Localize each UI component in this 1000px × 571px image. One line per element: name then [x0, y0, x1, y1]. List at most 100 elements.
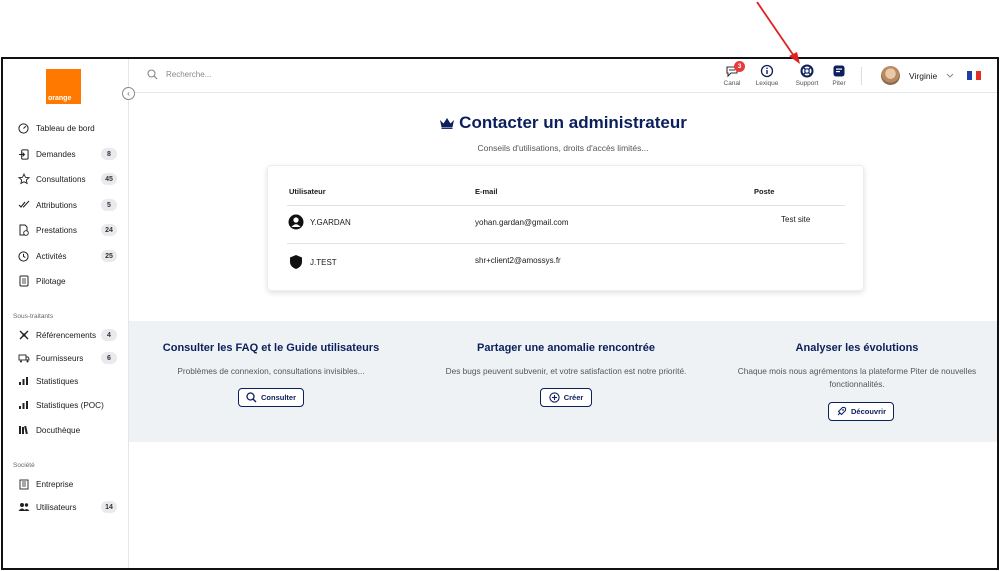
orange-logo[interactable]: orange — [46, 69, 81, 104]
search-field[interactable]: Recherche... — [147, 69, 211, 80]
sidebar-item-consultations[interactable]: Consultations 45 — [17, 170, 117, 188]
user-menu[interactable]: Virginie — [881, 66, 954, 85]
topbar: Recherche... 3 Canal Lexique Support Pit… — [129, 59, 997, 93]
creer-button[interactable]: Créer — [540, 388, 592, 407]
column-header-email: E-mail — [475, 187, 498, 196]
count-badge: 8 — [101, 148, 117, 160]
count-badge: 6 — [101, 352, 117, 364]
bug-card: Partager une anomalie rencontrée Des bug… — [421, 321, 711, 378]
sidebar-item-prestations[interactable]: Prestations 24 — [17, 221, 117, 239]
email-cell[interactable]: shr+client2@amossys.fr — [475, 256, 561, 265]
sidebar-item-label: Entreprise — [36, 479, 74, 489]
topbar-piter-label: Piter — [832, 80, 846, 87]
user-name-cell: J.TEST — [310, 257, 337, 267]
chevron-down-icon — [946, 71, 954, 81]
role-cell: Test site — [781, 215, 811, 224]
evolutions-card: Analyser les évolutions Chaque mois nous… — [715, 321, 997, 391]
topbar-piter[interactable]: Piter — [821, 64, 857, 87]
sidebar-item-activites[interactable]: Activités 25 — [17, 247, 117, 265]
consulter-label: Consulter — [260, 393, 296, 402]
faq-text: Problèmes de connexion, consultations in… — [177, 366, 365, 376]
sidebar-item-label: Consultations — [36, 174, 86, 184]
app-window: orange Tableau de bord Demandes 8 Consul… — [1, 57, 999, 570]
evolutions-text: Chaque mois nous agrémentons la platefor… — [737, 366, 977, 389]
lifebuoy-icon — [800, 64, 814, 78]
admin-table-card: Utilisateur E-mail Poste Y.GARDAN yohan.… — [267, 165, 864, 291]
table-row-user: J.TEST — [288, 254, 337, 270]
sidebar-item-label: Attributions — [36, 200, 77, 210]
column-header-role: Poste — [754, 187, 775, 196]
sidebar-item-demandes[interactable]: Demandes 8 — [17, 145, 117, 163]
search-icon — [147, 69, 158, 80]
sidebar-item-statistiques[interactable]: Statistiques — [17, 372, 117, 390]
sidebar-item-fournisseurs[interactable]: Fournisseurs 6 — [17, 349, 117, 367]
sidebar-item-statistiques-poc[interactable]: Statistiques (POC) — [17, 396, 117, 414]
collapse-sidebar-button[interactable]: ‹ — [122, 87, 135, 100]
decouvrir-label: Découvrir — [850, 407, 886, 416]
shield-icon — [288, 254, 304, 270]
users-icon — [17, 501, 30, 514]
sidebar-item-label: Prestations — [36, 225, 77, 235]
section-title-sous-traitants: Sous-traitants — [13, 313, 54, 320]
chart-icon — [17, 375, 30, 388]
sidebar-item-label: Statistiques — [36, 376, 79, 386]
info-icon — [760, 64, 774, 78]
search-icon — [246, 392, 257, 403]
sidebar-item-pilotage[interactable]: Pilotage — [17, 272, 117, 290]
piter-icon — [832, 64, 846, 78]
document-clock-icon — [17, 224, 30, 237]
sidebar-item-label: Pilotage — [36, 276, 66, 286]
topbar-canal[interactable]: 3 Canal — [714, 61, 750, 87]
check-double-icon — [17, 199, 30, 212]
sidebar-item-label: Tableau de bord — [36, 123, 95, 133]
email-cell[interactable]: yohan.gardan@gmail.com — [475, 218, 569, 227]
bug-title: Partager une anomalie rencontrée — [477, 342, 655, 354]
language-flag-fr[interactable] — [967, 71, 982, 80]
search-placeholder: Recherche... — [166, 70, 212, 79]
sidebar-item-label: Référencements — [36, 330, 97, 340]
avatar — [881, 66, 900, 85]
plus-circle-icon — [549, 392, 560, 403]
bug-text: Des bugs peuvent subvenir, et votre sati… — [445, 366, 687, 376]
sidebar-item-attributions[interactable]: Attributions 5 — [17, 196, 117, 214]
decouvrir-button[interactable]: Découvrir — [828, 402, 894, 421]
notification-badge: 3 — [734, 61, 745, 72]
topbar-divider — [861, 67, 862, 85]
topbar-support[interactable]: Support — [789, 64, 825, 87]
sidebar-item-utilisateurs[interactable]: Utilisateurs 14 — [17, 498, 117, 516]
user-circle-icon — [288, 214, 304, 230]
count-badge: 4 — [101, 329, 117, 341]
sidebar-item-label: Demandes — [36, 149, 76, 159]
consulter-button[interactable]: Consulter — [238, 388, 304, 407]
section-title-societe: Société — [13, 462, 35, 469]
topbar-support-label: Support — [795, 80, 819, 87]
user-name: Virginie — [909, 70, 938, 81]
page-title-text: Contacter un administrateur — [459, 113, 687, 132]
page-title: Contacter un administrateur — [129, 113, 997, 133]
sidebar-item-docutheque[interactable]: Docuthèque — [17, 421, 117, 439]
count-badge: 25 — [101, 250, 117, 262]
count-badge: 14 — [101, 501, 117, 513]
topbar-canal-label: Canal — [723, 80, 741, 87]
column-header-user: Utilisateur — [289, 187, 326, 196]
creer-label: Créer — [563, 393, 584, 402]
header-divider — [287, 205, 845, 206]
row-divider — [287, 243, 845, 244]
topbar-lexique-label: Lexique — [755, 80, 779, 87]
rocket-icon — [836, 406, 847, 417]
faq-title: Consulter les FAQ et le Guide utilisateu… — [162, 342, 380, 354]
topbar-lexique[interactable]: Lexique — [749, 64, 785, 87]
count-badge: 24 — [101, 224, 117, 236]
sidebar-item-entreprise[interactable]: Entreprise — [17, 475, 117, 493]
sidebar-item-label: Docuthèque — [36, 425, 81, 435]
star-icon — [17, 173, 30, 186]
count-badge: 45 — [101, 173, 117, 185]
crown-icon — [439, 114, 455, 129]
sidebar-item-referencements[interactable]: Référencements 4 — [17, 326, 117, 344]
clock-icon — [17, 250, 30, 263]
sidebar-item-tableau-de-bord[interactable]: Tableau de bord — [17, 119, 117, 137]
sidebar: orange Tableau de bord Demandes 8 Consul… — [3, 59, 129, 568]
books-icon — [17, 424, 30, 437]
building-icon — [17, 478, 30, 491]
chevron-left-icon: ‹ — [127, 88, 130, 98]
